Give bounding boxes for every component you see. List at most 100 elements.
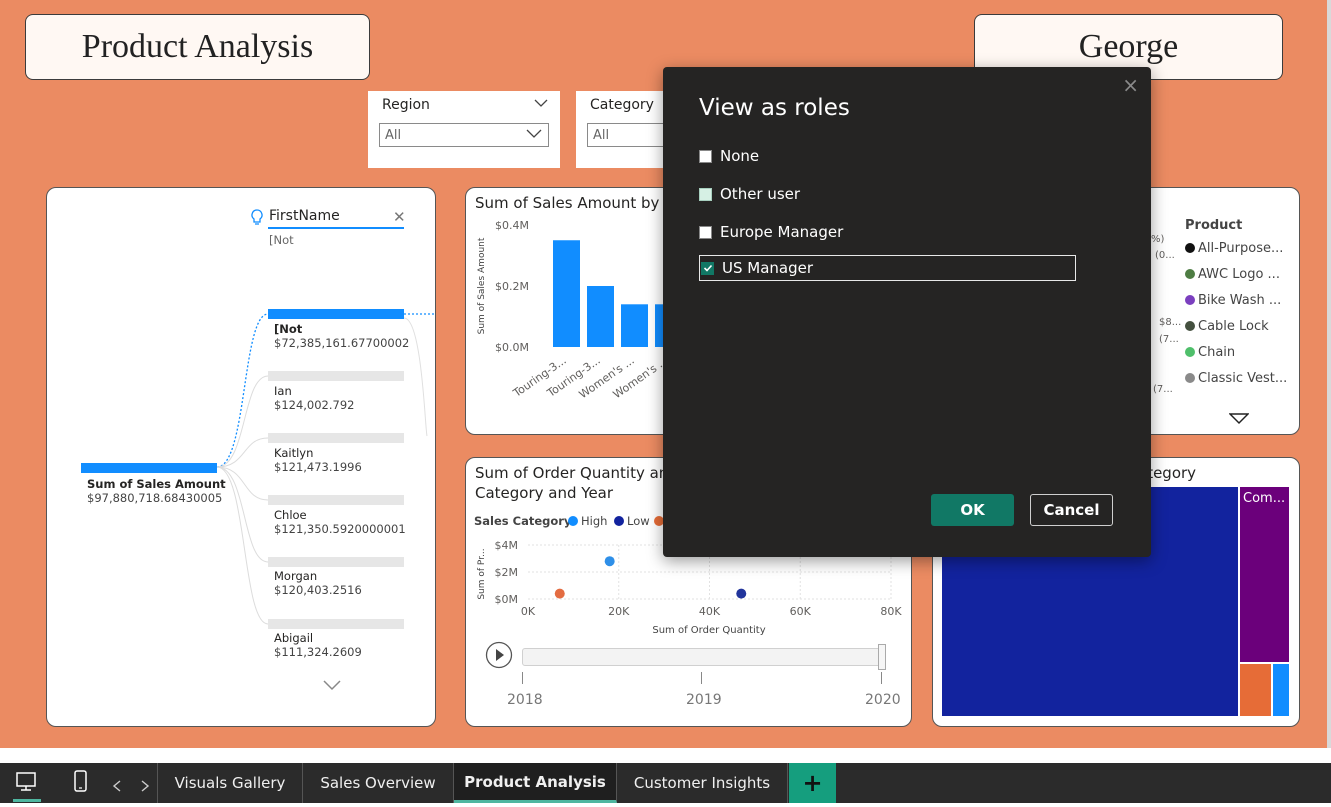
tree-node-bar[interactable] [268, 433, 404, 443]
legend-scroll-down-icon[interactable] [1228, 410, 1250, 429]
tree-node-bar[interactable] [268, 371, 404, 381]
x-tick-label: 40K [699, 605, 721, 618]
play-axis-handle[interactable] [878, 644, 886, 670]
category-slicer[interactable]: Category All [576, 91, 687, 168]
tree-node-value: $120,403.2516 [274, 583, 362, 597]
legend-dot [1185, 243, 1195, 253]
ok-button[interactable]: OK [931, 494, 1014, 526]
root-bar[interactable] [81, 463, 217, 473]
role-label: Europe Manager [720, 223, 844, 241]
right-edge-strip [1327, 0, 1331, 763]
y-tick-label: $4M [495, 539, 519, 552]
tree-node-name: Morgan [274, 569, 318, 583]
tree-node-value: $121,350.5920000001 [274, 522, 406, 536]
legend-title: Product [1185, 218, 1243, 233]
region-slicer-title: Region [382, 97, 430, 113]
pie-data-label: (7... [1159, 334, 1179, 345]
legend-label: Cable Lock [1198, 319, 1269, 334]
treemap-tile[interactable] [1271, 662, 1289, 716]
tab-sales-overview[interactable]: Sales Overview [303, 763, 454, 803]
tab-product-analysis[interactable]: Product Analysis [454, 763, 617, 803]
tree-node-bar[interactable] [268, 619, 404, 629]
checkbox-europe-manager[interactable] [699, 225, 712, 239]
desktop-icon [13, 772, 41, 802]
root-value: $97,880,718.68430005 [87, 491, 223, 505]
desktop-view-button[interactable] [0, 763, 56, 803]
tree-node-value: $111,324.2609 [274, 645, 362, 659]
chevron-down-icon[interactable] [534, 97, 548, 112]
tab-customer-insights[interactable]: Customer Insights [617, 763, 788, 803]
play-year-label: 2019 [686, 692, 722, 708]
y-axis-label: Sum of Sales Amount [477, 237, 487, 334]
cancel-button[interactable]: Cancel [1030, 494, 1113, 526]
play-axis-track[interactable] [522, 648, 884, 666]
bar [553, 240, 580, 347]
tab-scroll-left-icon[interactable] [112, 777, 122, 796]
legend-item[interactable]: Chain [1185, 345, 1235, 360]
legend-item[interactable]: Bike Wash ... [1185, 293, 1281, 308]
checkbox-none[interactable] [699, 149, 712, 163]
scroll-down-icon[interactable] [323, 676, 341, 695]
legend-label: Classic Vest... [1198, 371, 1288, 386]
tree-node-value: $72,385,161.67700002 [274, 336, 410, 350]
legend-item[interactable]: Cable Lock [1185, 319, 1269, 334]
legend-label: Bike Wash ... [1198, 293, 1282, 308]
x-tick-label: 0K [521, 605, 536, 618]
region-dropdown[interactable]: All [379, 123, 549, 147]
tree-node-value: $121,473.1996 [274, 460, 362, 474]
region-slicer[interactable]: Region All [368, 91, 560, 168]
checkbox-other-user[interactable] [699, 187, 712, 201]
pie-data-label: %) [1151, 234, 1165, 245]
legend-item[interactable]: All-Purpose... [1185, 241, 1283, 256]
legend-label: All-Purpose... [1198, 241, 1284, 256]
scatter-point [736, 588, 747, 599]
dropdown-arrow-icon [526, 127, 542, 143]
play-axis-tick [881, 672, 882, 684]
tab-visuals-gallery[interactable]: Visuals Gallery [158, 763, 303, 803]
legend-dot [1185, 269, 1195, 279]
root-label: Sum of Sales Amount [87, 477, 226, 491]
checkbox-us-manager[interactable] [701, 261, 714, 275]
pie-data-label: $8... [1159, 317, 1182, 328]
tree-node-bar[interactable] [268, 309, 404, 319]
view-as-roles-dialog: View as roles × None Other user Europe M… [663, 67, 1151, 557]
report-canvas: Product Analysis George Region All Categ… [0, 0, 1327, 748]
role-option-us-manager[interactable]: US Manager [699, 255, 1076, 281]
checkmark-icon [703, 264, 712, 272]
treemap-tile[interactable]: Com... [1238, 487, 1289, 662]
role-label: None [720, 147, 760, 165]
tree-connectors [216, 313, 435, 625]
bar-chart-card[interactable]: Sum of Sales Amount by $0.4M $0.2M $0.0M Su… [465, 187, 687, 435]
play-button[interactable] [485, 641, 513, 673]
mobile-view-button[interactable] [60, 763, 100, 803]
pie-data-label: (0... [1155, 250, 1175, 261]
legend-item[interactable]: Classic Vest... [1185, 371, 1287, 386]
tree-node-bar[interactable] [268, 495, 404, 505]
tab-scroll-right-icon[interactable] [140, 777, 150, 796]
bar [587, 286, 614, 347]
treemap-tile[interactable] [1238, 662, 1271, 716]
legend-label: AWC Logo ... [1198, 267, 1280, 282]
legend-item[interactable]: AWC Logo ... [1185, 267, 1280, 282]
add-page-button[interactable]: + [789, 763, 836, 803]
scatter-point [604, 556, 615, 567]
y-tick-label: $0.4M [495, 219, 529, 232]
x-axis-label: Sum of Order Quantity [652, 625, 765, 636]
role-label: US Manager [722, 259, 814, 277]
tree-node-name: [Not [274, 322, 303, 336]
role-option-europe-manager[interactable]: Europe Manager [699, 219, 843, 245]
bar-chart-svg: $0.4M$0.2M$0.0MSum of Sales AmountTourin… [477, 219, 686, 401]
plus-icon: + [802, 769, 823, 797]
close-icon[interactable]: × [1122, 73, 1139, 97]
role-option-other-user[interactable]: Other user [699, 181, 800, 207]
play-year-label: 2020 [865, 692, 901, 708]
tree-node-name: Abigail [274, 631, 314, 645]
x-tick-label: 60K [790, 605, 812, 618]
decomposition-tree-card[interactable]: FirstName ✕ [Not Sum of Sales Amount $97… [46, 187, 436, 727]
legend-dot [1185, 347, 1195, 357]
role-option-none[interactable]: None [699, 143, 759, 169]
role-label: Other user [720, 185, 801, 203]
dialog-title: View as roles [699, 95, 850, 121]
legend-dot [1185, 373, 1195, 383]
tree-node-bar[interactable] [268, 557, 404, 567]
